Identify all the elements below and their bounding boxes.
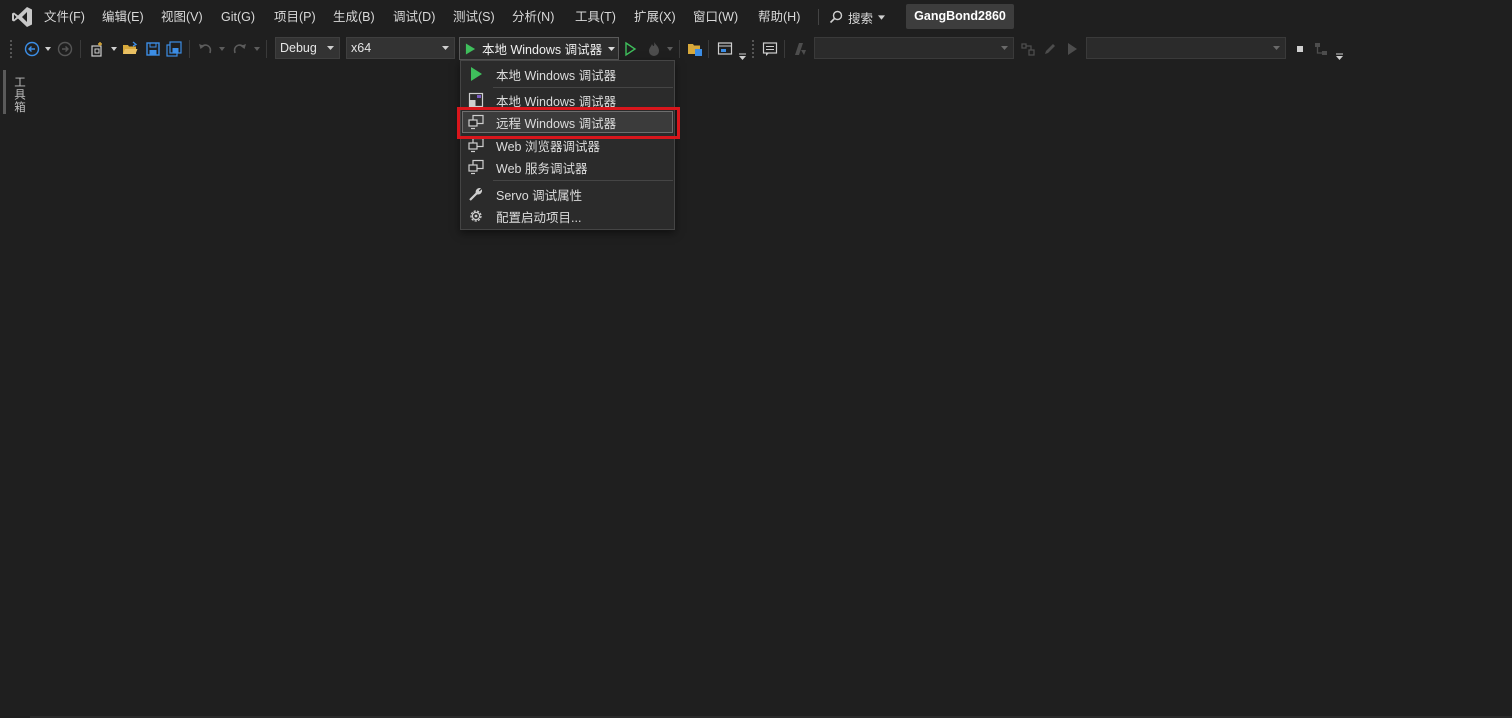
- configuration-value: Debug: [280, 41, 317, 55]
- menu-tools[interactable]: 工具(T): [575, 9, 616, 25]
- toolbar-separator: [784, 40, 785, 58]
- dropdown-item-label: 配置启动项目...: [496, 210, 582, 225]
- wrench-icon: [468, 186, 484, 202]
- platform-value: x64: [351, 41, 372, 55]
- start-without-debugging-icon[interactable]: [621, 40, 639, 58]
- browser-link-icon[interactable]: [716, 40, 734, 58]
- save-all-icon[interactable]: [165, 40, 183, 58]
- local-debugger-icon: [468, 92, 484, 108]
- menu-divider: [818, 9, 819, 25]
- save-icon[interactable]: [144, 40, 162, 58]
- toolbar-grip[interactable]: [10, 40, 14, 58]
- search-label: 搜索: [848, 11, 874, 26]
- menu-edit[interactable]: 编辑(E): [102, 9, 144, 25]
- dropdown-item-local-windows-debugger[interactable]: 本地 Windows 调试器: [462, 63, 673, 85]
- toolbox-tab-label[interactable]: 工具箱: [11, 76, 27, 114]
- new-project-icon[interactable]: [88, 40, 106, 58]
- project-name-badge[interactable]: GangBond2860: [906, 4, 1014, 29]
- run-icon[interactable]: [1063, 40, 1081, 58]
- dropdown-item-configure-startup-projects[interactable]: 配置启动项目...: [462, 205, 673, 227]
- web-service-debugger-icon: [468, 159, 484, 175]
- menu-debug[interactable]: 调试(D): [393, 9, 435, 25]
- chevron-down-icon: [878, 14, 886, 20]
- toolbar-separator: [679, 40, 680, 58]
- navigate-forward-icon[interactable]: [56, 40, 74, 58]
- menu-window[interactable]: 窗口(W): [693, 9, 738, 25]
- toolbar-grip[interactable]: [752, 40, 756, 58]
- undo-icon[interactable]: [196, 40, 214, 58]
- debug-target-icon[interactable]: [1019, 40, 1037, 58]
- chevron-down-icon: [608, 46, 616, 51]
- chevron-down-icon: [1001, 46, 1008, 50]
- undo-dropdown-arrow-icon[interactable]: [218, 46, 226, 52]
- chevron-down-icon: [327, 46, 334, 50]
- toolbar-overflow-icon[interactable]: [1336, 49, 1343, 60]
- navigate-back-icon[interactable]: [23, 40, 41, 58]
- toolbar-separator: [266, 40, 267, 58]
- dropdown-separator: [493, 180, 673, 181]
- chevron-down-icon: [442, 46, 449, 50]
- start-target-label: 本地 Windows 调试器: [482, 43, 603, 57]
- pencil-icon[interactable]: [1041, 40, 1059, 58]
- dropdown-item-servo-debug-properties[interactable]: Servo 调试属性: [462, 183, 673, 205]
- web-browser-debugger-icon: [468, 137, 484, 153]
- find-symbol-icon[interactable]: [791, 40, 809, 58]
- back-dropdown-arrow-icon[interactable]: [44, 46, 52, 52]
- menu-help[interactable]: 帮助(H): [758, 9, 800, 25]
- dropdown-item-label: Servo 调试属性: [496, 188, 583, 203]
- menu-analyze[interactable]: 分析(N): [512, 9, 554, 25]
- menu-view[interactable]: 视图(V): [161, 9, 203, 25]
- visual-studio-logo-icon[interactable]: [10, 5, 34, 29]
- menu-bar: 文件(F) 编辑(E) 视图(V) Git(G) 项目(P) 生成(B) 调试(…: [0, 0, 1512, 34]
- hot-reload-dropdown-arrow-icon[interactable]: [666, 46, 674, 52]
- hot-reload-icon[interactable]: [645, 40, 663, 58]
- menu-file[interactable]: 文件(F): [44, 9, 85, 25]
- start-debugging-button[interactable]: 本地 Windows 调试器: [459, 37, 619, 60]
- debug-target-dropdown: 本地 Windows 调试器 本地 Windows 调试器 远程 Windows…: [460, 60, 675, 230]
- disabled-combo-2[interactable]: [1086, 37, 1286, 59]
- solution-configuration-combo[interactable]: Debug: [275, 37, 340, 59]
- dropdown-item-label: 本地 Windows 调试器: [496, 68, 617, 83]
- dropdown-item-label: Web 服务调试器: [496, 161, 588, 176]
- menu-test[interactable]: 测试(S): [453, 9, 495, 25]
- play-icon: [468, 66, 484, 82]
- stop-icon[interactable]: [1291, 40, 1309, 58]
- toolbar-separator: [189, 40, 190, 58]
- chevron-down-icon: [1273, 46, 1280, 50]
- solution-explorer-folder-icon[interactable]: [686, 40, 704, 58]
- new-item-dropdown-arrow-icon[interactable]: [110, 46, 118, 52]
- dropdown-separator: [493, 87, 673, 88]
- menu-build[interactable]: 生成(B): [333, 9, 375, 25]
- menu-git[interactable]: Git(G): [221, 9, 255, 25]
- comment-icon[interactable]: [761, 40, 779, 58]
- highlight-box: [457, 107, 680, 139]
- branch-icon[interactable]: [1312, 40, 1330, 58]
- toolbar-separator: [80, 40, 81, 58]
- menu-project[interactable]: 项目(P): [274, 9, 316, 25]
- menu-extensions[interactable]: 扩展(X): [634, 9, 676, 25]
- play-icon: [465, 43, 476, 54]
- toolbar-overflow-icon[interactable]: [739, 49, 746, 60]
- solution-platform-combo[interactable]: x64: [346, 37, 455, 59]
- gear-icon: [468, 208, 484, 224]
- search-button[interactable]: 搜索: [829, 7, 886, 27]
- redo-icon[interactable]: [231, 40, 249, 58]
- disabled-combo-1[interactable]: [814, 37, 1014, 59]
- redo-dropdown-arrow-icon[interactable]: [253, 46, 261, 52]
- toolbar-separator: [708, 40, 709, 58]
- open-folder-icon[interactable]: [121, 40, 139, 58]
- search-icon: [829, 10, 843, 24]
- dropdown-item-web-service-debugger[interactable]: Web 服务调试器: [462, 156, 673, 178]
